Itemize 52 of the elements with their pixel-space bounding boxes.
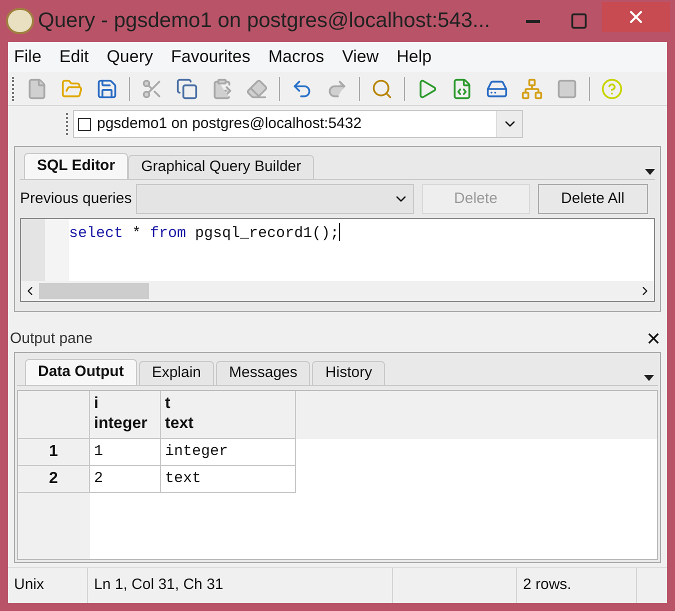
scrollbar-thumb[interactable]	[39, 283, 149, 299]
menu-item[interactable]: File	[14, 44, 42, 70]
menu-item[interactable]: Macros	[268, 44, 324, 70]
table-cell: 1	[90, 439, 161, 466]
menu-item[interactable]: Help	[396, 44, 432, 70]
row-header[interactable]: 1	[18, 439, 90, 466]
connection-dropdown[interactable]: pgsdemo1 on postgres@localhost:5432	[73, 110, 523, 138]
connection-value: pgsdemo1 on postgres@localhost:5432	[97, 114, 363, 134]
status-text: Unix	[14, 575, 44, 596]
menu-item[interactable]: Query	[106, 44, 153, 70]
column-header[interactable]: t text	[161, 391, 296, 439]
menu-item[interactable]: Edit	[59, 44, 89, 70]
previous-queries-label: Previous queries	[20, 188, 132, 209]
tab[interactable]: Data Output	[25, 359, 137, 385]
column-name: i	[94, 394, 100, 414]
tab[interactable]: Messages	[216, 361, 310, 385]
menu-item[interactable]: View	[342, 44, 379, 70]
table-cell: 2	[90, 466, 161, 493]
grip-icon	[66, 113, 69, 135]
window-title: Query - pgsdemo1 on postgres@localhost:543...	[38, 8, 490, 34]
column-type: text	[165, 414, 194, 434]
close-button[interactable]	[602, 2, 670, 32]
tab[interactable]: History	[312, 361, 386, 385]
status-text: Ln 1, Col 31, Ch 31	[94, 575, 224, 596]
horizontal-scrollbar[interactable]	[21, 281, 654, 301]
output-pane-title: Output pane	[10, 328, 93, 349]
text-cursor	[339, 223, 340, 241]
menu-item[interactable]: Favourites	[171, 44, 250, 70]
minimize-icon	[526, 20, 540, 22]
editor-gutter	[21, 219, 69, 281]
column-name: t	[165, 394, 172, 414]
row-header-background	[18, 493, 90, 559]
table-cell: integer	[161, 439, 296, 466]
delete-all-button[interactable]: Delete All	[538, 184, 648, 214]
column-type: integer	[94, 414, 148, 434]
tab-menu-icon[interactable]	[645, 169, 655, 175]
row-header[interactable]: 2	[18, 466, 90, 493]
sql-editor[interactable]: select * from pgsql_record1();	[20, 218, 655, 302]
close-pane-button[interactable]: ✕	[642, 326, 665, 352]
grip-icon	[12, 76, 15, 100]
table-cell: text	[161, 466, 296, 493]
column-header[interactable]: i integer	[90, 391, 161, 439]
tab[interactable]: Graphical Query Builder	[128, 155, 314, 179]
tab-menu-icon[interactable]	[644, 375, 654, 381]
maximize-icon	[570, 12, 588, 30]
status-text: 2 rows.	[523, 575, 572, 596]
tab[interactable]: SQL Editor	[24, 153, 128, 179]
connection-checkbox[interactable]	[78, 118, 91, 130]
code-line: select * from pgsql_record1();	[69, 224, 340, 244]
dropdown-button[interactable]	[496, 111, 522, 137]
tab[interactable]: Explain	[138, 361, 214, 385]
app-logo-icon	[6, 8, 34, 34]
